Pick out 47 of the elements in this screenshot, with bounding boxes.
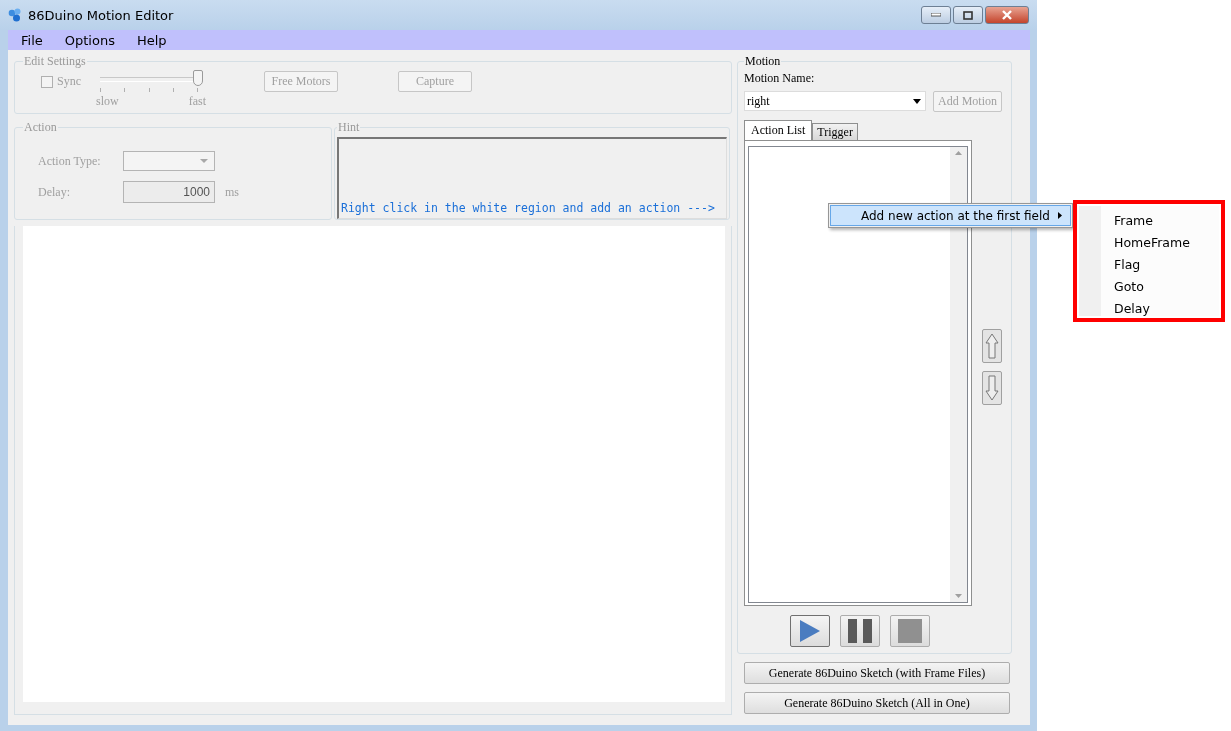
sync-label: Sync <box>57 74 81 89</box>
submenu-item[interactable]: HomeFrame <box>1114 232 1219 254</box>
hint-text: Right click in the white region and add an action ---> <box>341 201 715 215</box>
move-up-button[interactable] <box>982 329 1002 363</box>
context-menu-item[interactable]: Add new action at the first field <box>830 205 1071 226</box>
menu-item[interactable]: File <box>8 32 52 48</box>
close-button[interactable] <box>985 6 1029 24</box>
submenu-item[interactable]: Delay <box>1114 298 1219 320</box>
scroll-up-icon[interactable] <box>955 151 962 155</box>
group-title: Hint <box>337 120 361 135</box>
fast-label: fast <box>188 94 206 109</box>
motion-name-label: Motion Name: <box>744 71 816 86</box>
stop-icon <box>897 619 922 643</box>
scroll-down-icon[interactable] <box>955 594 962 598</box>
generate-sketch-button[interactable]: Generate 86Duino Sketch (with Frame Files) <box>744 662 1010 684</box>
minimize-button[interactable] <box>921 6 951 24</box>
play-icon <box>797 619 822 643</box>
tab[interactable]: Action List <box>744 120 813 140</box>
window-title: 86Duino Motion Editor <box>28 7 175 23</box>
maximize-icon <box>963 10 973 20</box>
motion-name-dropdown[interactable]: right <box>744 91 926 111</box>
menu-item[interactable]: Options <box>51 32 124 48</box>
tab[interactable]: Trigger <box>812 123 858 140</box>
submenu-arrow-icon <box>1058 212 1062 219</box>
action-type-label: Action Type: <box>38 153 102 169</box>
maximize-button[interactable] <box>953 6 983 24</box>
submenu-item[interactable]: Flag <box>1114 254 1219 276</box>
dropdown-caret-icon <box>913 98 921 104</box>
pause-icon <box>846 619 873 643</box>
play-button[interactable] <box>789 615 830 647</box>
pause-button[interactable] <box>839 615 880 647</box>
submenu-item[interactable]: Goto <box>1114 276 1219 298</box>
generate-sketch-button[interactable]: Generate 86Duino Sketch (All in One) <box>744 692 1010 714</box>
stop-button[interactable] <box>889 615 930 647</box>
group-title: Edit Settings <box>23 54 87 69</box>
submenu-item[interactable]: Frame <box>1114 210 1219 232</box>
move-down-button[interactable] <box>982 371 1002 405</box>
menu-item[interactable]: Help <box>123 32 176 48</box>
close-icon <box>1001 10 1013 20</box>
group-title: Motion <box>744 54 782 69</box>
group-title: Action <box>23 120 58 135</box>
delay-label: Delay: <box>38 184 71 200</box>
minimize-icon <box>931 13 941 17</box>
dropdown-caret-icon <box>200 159 208 163</box>
slow-label: slow <box>96 94 119 109</box>
unit-label: ms <box>224 184 240 200</box>
app-logo-icon <box>8 8 22 22</box>
